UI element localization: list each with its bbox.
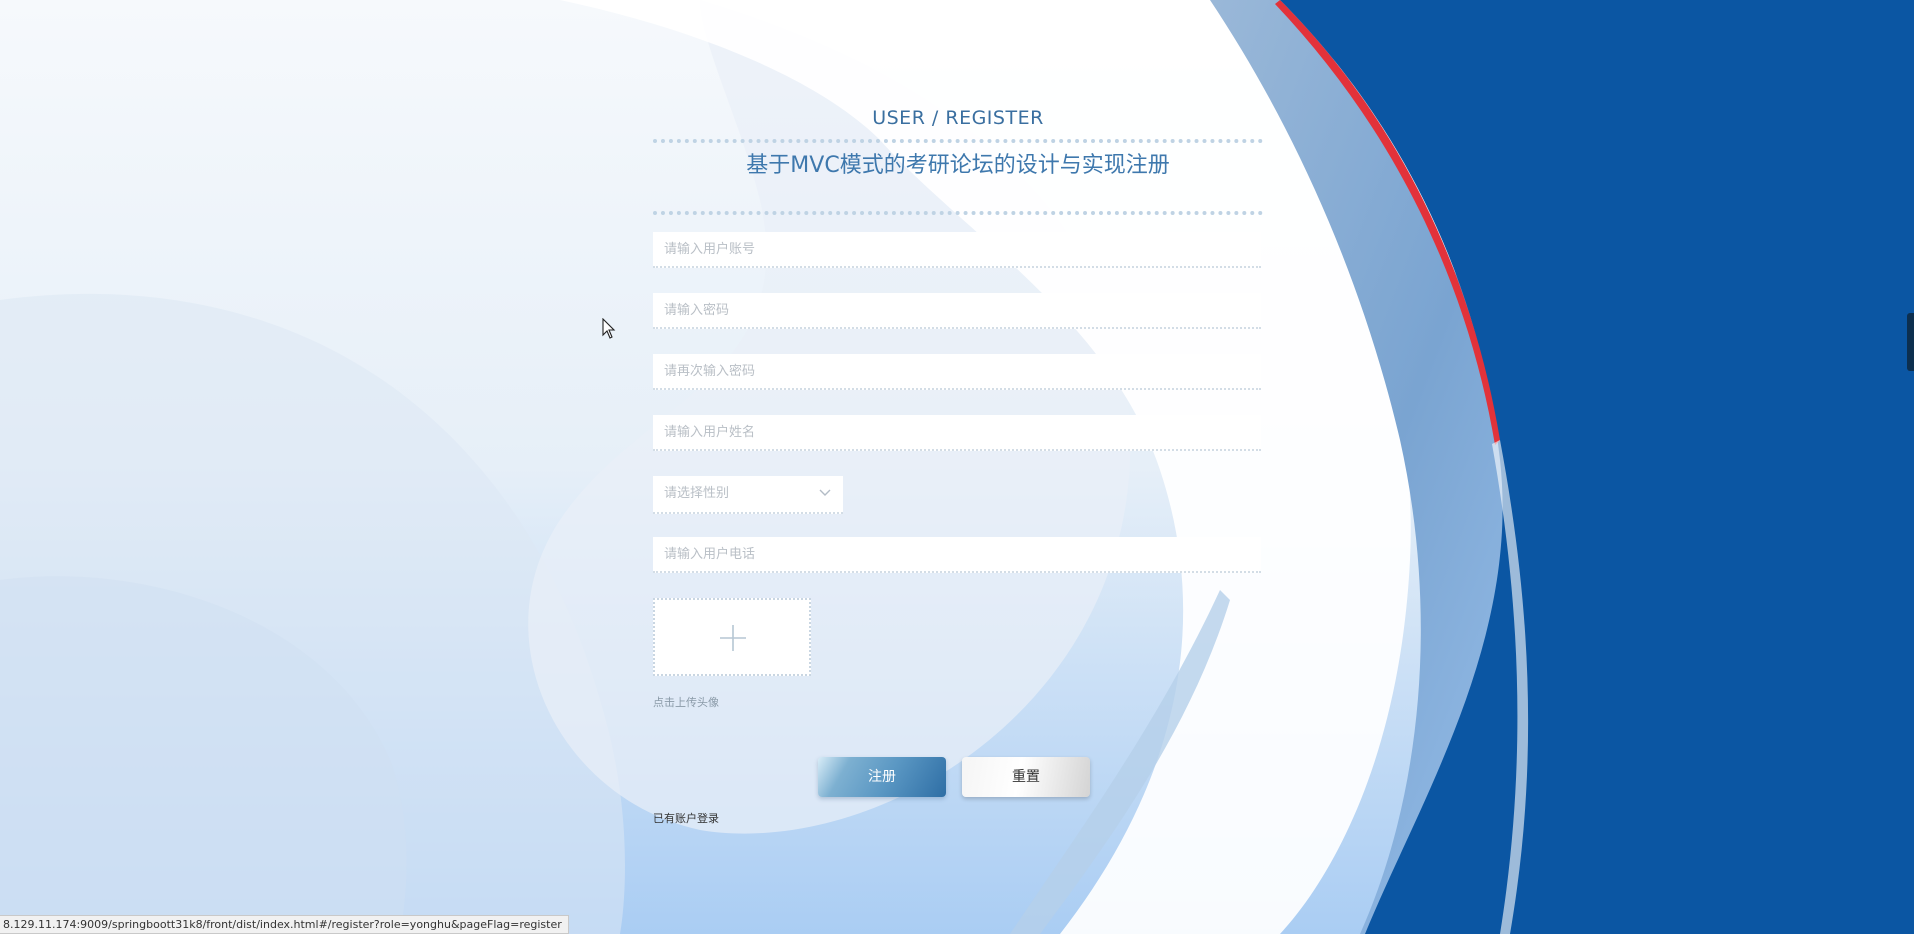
reset-button[interactable]: 重置 [962,757,1090,797]
password-confirm-placeholder: 请再次输入密码 [664,364,756,379]
title-divider-top [653,139,1263,143]
phone-placeholder: 请输入用户电话 [664,547,756,562]
login-link[interactable]: 已有账户登录 [653,810,719,826]
register-button[interactable]: 注册 [818,757,946,797]
status-bar-url: 8.129.11.174:9009/springboott31k8/front/… [0,915,569,934]
mouse-pointer-icon [602,318,616,339]
account-placeholder: 请输入用户账号 [664,242,756,257]
gender-placeholder: 请选择性别 [664,486,730,501]
name-placeholder: 请输入用户姓名 [664,425,756,440]
avatar-upload[interactable] [653,598,811,676]
avatar-hint: 点击上传头像 [653,696,719,709]
chevron-down-icon [819,489,831,496]
register-form: USER / REGISTER 基于MVC模式的考研论坛的设计与实现注册 请输入… [653,103,1263,825]
page-title: 基于MVC模式的考研论坛的设计与实现注册 [746,153,1170,178]
password-confirm-input[interactable]: 请再次输入密码 [653,354,1261,390]
form-subtitle: USER / REGISTER [872,107,1044,129]
gender-select[interactable]: 请选择性别 [653,476,843,514]
plus-icon [720,625,746,651]
account-input[interactable]: 请输入用户账号 [653,232,1261,268]
password-placeholder: 请输入密码 [664,303,730,318]
password-input[interactable]: 请输入密码 [653,293,1261,329]
side-scroll-handle[interactable] [1907,313,1914,371]
name-input[interactable]: 请输入用户姓名 [653,415,1261,451]
phone-input[interactable]: 请输入用户电话 [653,537,1261,573]
title-divider-bottom [653,211,1263,215]
